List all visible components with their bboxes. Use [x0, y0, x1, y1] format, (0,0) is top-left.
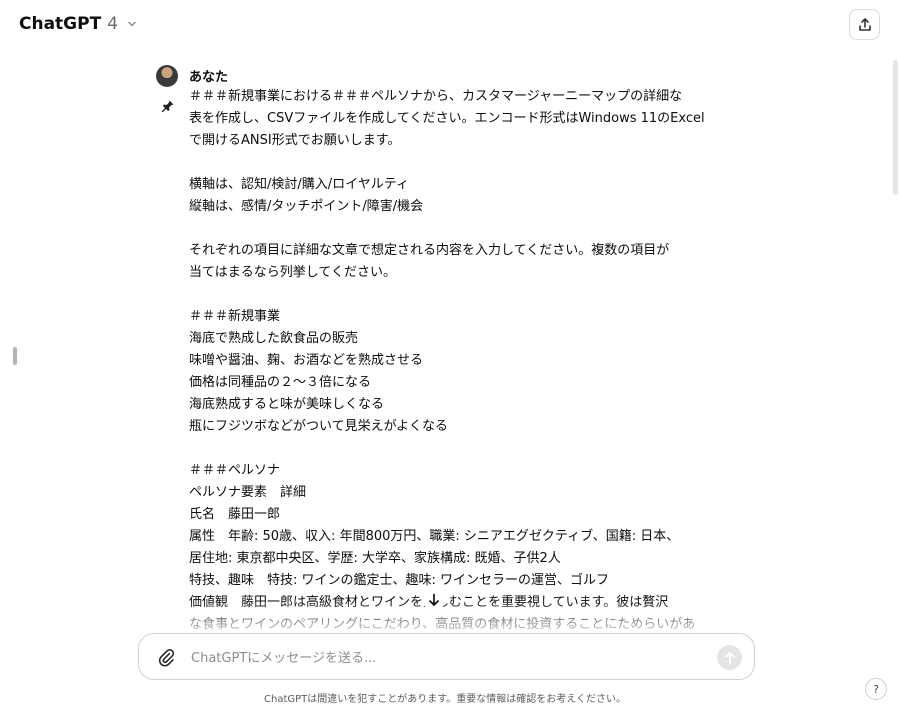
message-line: 瓶にフジツボなどがついて見栄えがよくなる: [189, 419, 448, 434]
scroll-down-button[interactable]: [423, 589, 445, 611]
message-line: 居住地: 東京都中央区、学歴: 大学卒、家族構成: 既婚、子供2人: [189, 551, 561, 566]
help-button[interactable]: ?: [865, 678, 887, 700]
message-line: 属性 年齢: 50歳、収入: 年間800万円、職業: シニアエグゼクティブ、国籍…: [189, 529, 680, 544]
model-selector[interactable]: ChatGPT 4: [19, 14, 138, 34]
share-icon: [858, 17, 871, 31]
avatar: [156, 65, 178, 87]
message-line: それぞれの項目に詳細な文章で想定される内容を入力してください。複数の項目が: [189, 243, 670, 258]
message-line: 縦軸は、感情/タッチポイント/障害/機会: [189, 199, 424, 214]
message-line: 海底熟成すると味が美味しくなる: [189, 397, 385, 412]
message-line: ＃＃＃新規事業: [189, 309, 281, 324]
top-bar: ChatGPT 4: [0, 0, 900, 52]
sidebar-toggle-handle[interactable]: [13, 347, 17, 365]
message-composer: [138, 633, 755, 680]
message-line: 氏名 藤田一郎: [189, 507, 281, 522]
message-line: ペルソナ要素 詳細: [189, 485, 307, 500]
model-version: 4: [107, 14, 119, 34]
arrow-down-icon: [429, 593, 439, 606]
pin-icon[interactable]: [161, 99, 175, 113]
model-name: ChatGPT: [19, 14, 102, 34]
message-line: ＃＃＃ペルソナ: [189, 463, 281, 478]
message-line: 価格は同種品の２～３倍になる: [189, 375, 372, 390]
arrow-up-icon: [724, 651, 735, 664]
message-line: 味噌や醤油、麹、お酒などを熟成させる: [189, 353, 424, 368]
send-button[interactable]: [717, 645, 742, 670]
message-line: 表を作成し、CSVファイルを作成してください。エンコード形式はWindows 1…: [189, 111, 705, 126]
disclaimer-text: ChatGPTは間違いを犯すことがあります。重要な情報は確認をお考えください。: [264, 694, 626, 705]
message-line: で開けるANSI形式でお願いします。: [189, 133, 401, 148]
message-line: 当てはまるなら列挙してください。: [189, 265, 396, 280]
message-author: あなた: [189, 70, 229, 85]
share-button[interactable]: [849, 9, 880, 40]
message-line: 横軸は、認知/検討/購入/ロイヤルティ: [189, 177, 409, 192]
message-line: 海底で熟成した飲食品の販売: [189, 331, 359, 346]
paperclip-icon[interactable]: [157, 647, 175, 667]
scrollbar[interactable]: [893, 60, 898, 195]
user-message: ＃＃＃新規事業における＃＃＃ペルソナから、カスタマージャーニーマップの詳細な表を…: [189, 86, 705, 636]
chevron-down-icon: [128, 21, 136, 27]
message-line: ＃＃＃新規事業における＃＃＃ペルソナから、カスタマージャーニーマップの詳細な: [189, 89, 683, 104]
message-input[interactable]: [189, 646, 693, 670]
